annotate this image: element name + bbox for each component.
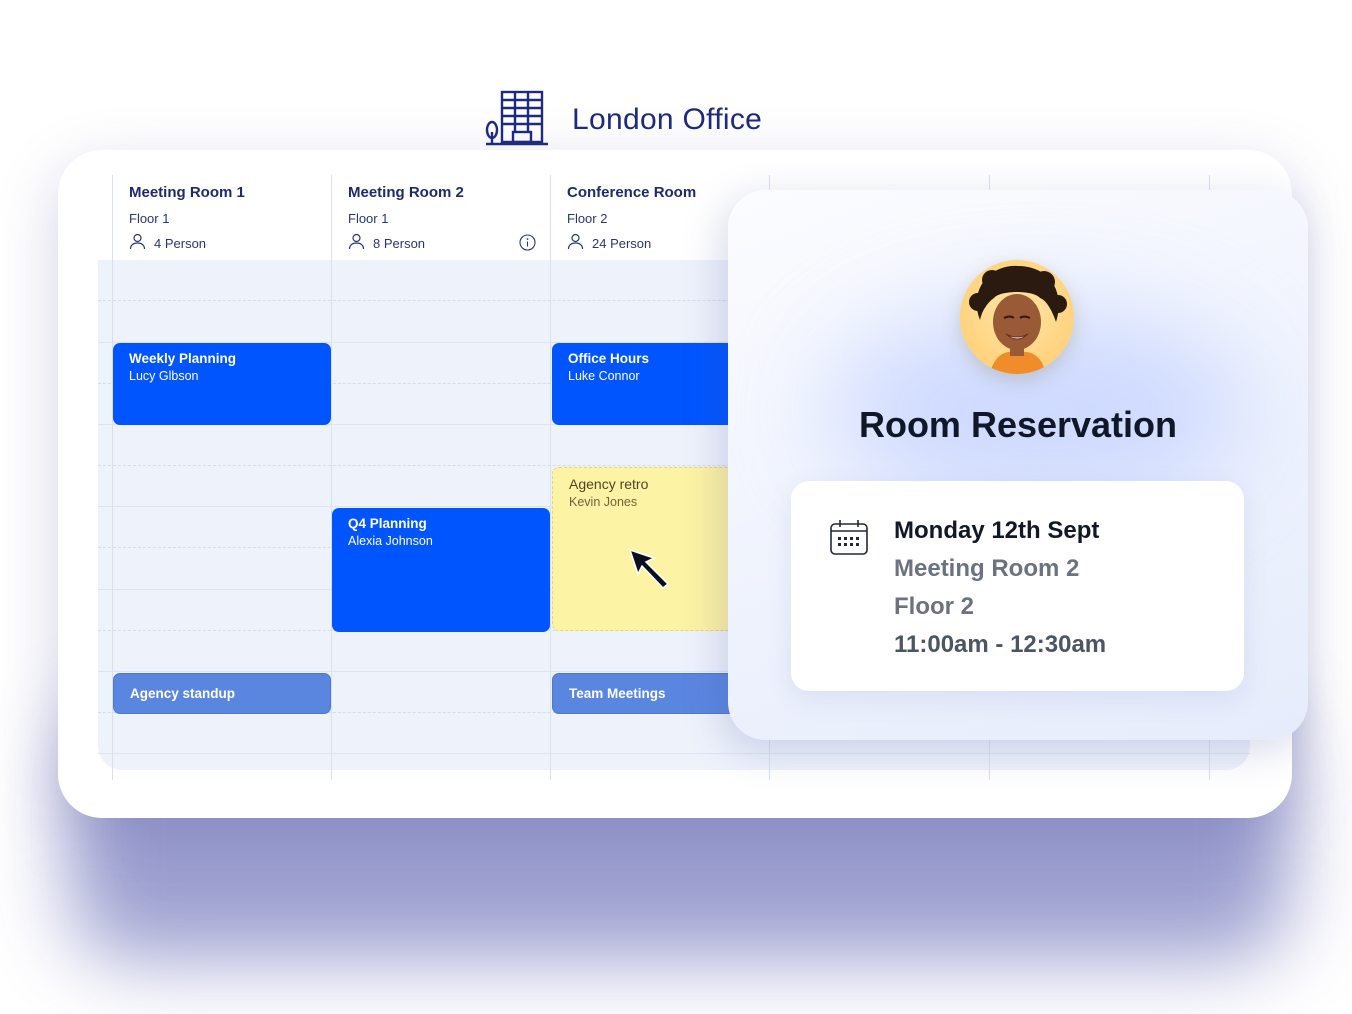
room-header-2[interactable]: Meeting Room 2 Floor 1 8 Person <box>348 184 548 253</box>
column-divider <box>550 175 551 780</box>
avatar <box>960 260 1074 374</box>
capacity-label: 24 Person <box>592 235 652 251</box>
event-person: Luke Connor <box>568 369 640 383</box>
calendar-icon <box>829 519 869 562</box>
reservation-date: Monday 12th Sept <box>894 517 1100 544</box>
building-icon <box>484 88 550 151</box>
reservation-panel: Room Reservation Monday 12th Sept Meetin… <box>728 190 1308 740</box>
event-person: Kevin Jones <box>569 495 638 509</box>
reservation-room: Meeting Room 2 <box>894 555 1080 582</box>
event-team-meetings[interactable]: Team Meetings <box>552 673 752 714</box>
column-divider <box>331 175 332 780</box>
reservation-detail-card[interactable]: Monday 12th Sept Meeting Room 2 Floor 2 … <box>791 481 1244 691</box>
capacity-label: 4 Person <box>154 235 207 251</box>
event-title: Q4 Planning <box>348 516 427 531</box>
room-capacity: 4 Person <box>129 233 329 253</box>
capacity-label: 8 Person <box>373 235 426 251</box>
person-icon <box>567 233 584 253</box>
event-title: Agency standup <box>130 686 236 701</box>
event-title: Office Hours <box>568 351 650 366</box>
reservation-details: Monday 12th Sept Meeting Room 2 Floor 2 … <box>894 517 1106 659</box>
office-header: London Office <box>484 88 762 151</box>
grid-line <box>98 753 1250 754</box>
room-name: Meeting Room 2 <box>348 184 464 201</box>
event-q4-planning[interactable]: Q4 Planning Alexia Johnson <box>332 508 550 632</box>
event-title: Weekly Planning <box>129 351 237 366</box>
event-person: Alexia Johnson <box>348 534 433 548</box>
cursor-arrow-icon <box>628 548 674 595</box>
office-title: London Office <box>572 102 763 136</box>
info-icon[interactable] <box>519 234 536 256</box>
reservation-title: Room Reservation <box>858 404 1178 445</box>
reservation-time: 11:00am - 12:30am <box>894 631 1107 658</box>
person-icon <box>129 233 146 253</box>
room-header-1[interactable]: Meeting Room 1 Floor 1 4 Person <box>129 184 329 253</box>
room-name: Meeting Room 1 <box>129 184 245 201</box>
room-name: Conference Room <box>567 184 697 201</box>
room-floor: Floor 1 <box>129 211 170 226</box>
event-title: Team Meetings <box>569 686 666 701</box>
event-weekly-planning[interactable]: Weekly Planning Lucy Glbson <box>113 343 331 425</box>
event-title: Agency retro <box>569 476 649 492</box>
event-office-hours[interactable]: Office Hours Luke Connor <box>552 343 752 425</box>
reservation-floor: Floor 2 <box>894 593 975 620</box>
room-floor: Floor 1 <box>348 211 389 226</box>
person-icon <box>348 233 365 253</box>
room-capacity: 8 Person <box>348 233 548 253</box>
event-person: Lucy Glbson <box>129 369 199 383</box>
event-agency-standup[interactable]: Agency standup <box>113 673 331 714</box>
